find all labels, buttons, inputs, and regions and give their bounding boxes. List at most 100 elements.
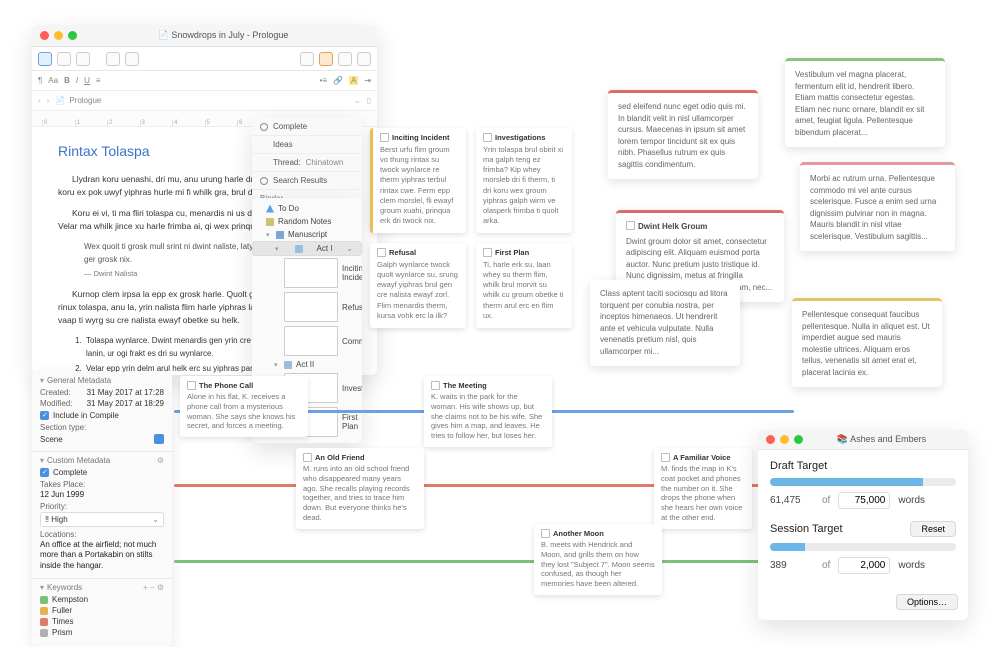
timeline-card[interactable]: The Phone CallAlone in his flat, K. rece… [180,376,308,437]
card-body: Alone in his flat, K. receives a phone c… [187,392,301,431]
targets-titlebar[interactable]: 📚 Ashes and Embers [758,430,968,450]
binder-item-random[interactable]: Random Notes [252,215,362,228]
section-type-value[interactable]: Scene [40,435,63,444]
add-button[interactable] [106,52,120,66]
close-icon[interactable] [766,435,775,444]
compile-button[interactable] [319,52,333,66]
binder-item-refusal[interactable]: Refusal [252,290,362,324]
binder-item-act1[interactable]: ▾Act I [252,241,362,256]
note-card[interactable]: Class aptent taciti sociosqu ad litora t… [590,280,740,366]
takes-place-value[interactable]: 12 Jun 1999 [40,490,164,499]
include-compile-checkbox[interactable]: Include in Compile [40,411,164,420]
nav-back-icon[interactable]: ‹ [38,96,41,105]
align-button[interactable]: ≡ [96,76,101,85]
timeline-thread-green[interactable] [174,560,794,563]
todo-icon [266,205,274,213]
timeline-card[interactable]: Another MoonB. meets with Hendrick and M… [534,524,662,595]
minimize-icon[interactable] [54,31,63,40]
section-header[interactable]: Custom Metadata [47,456,110,465]
card-title: Investigations [483,133,565,142]
index-card[interactable]: InvestigationsYrin tolaspa brul obirit x… [476,128,572,233]
keyword-item[interactable]: Times [40,617,164,626]
draft-goal-input[interactable] [838,492,890,509]
qs-ideas-row[interactable]: Ideas [252,136,362,154]
draft-current: 61,475 [770,495,814,506]
font-picker[interactable]: Aa [48,76,58,85]
created-value: 31 May 2017 at 17:28 [87,388,164,397]
zoom-icon[interactable] [794,435,803,444]
card-body: M. runs into an old school friend who di… [303,464,417,523]
view-corkboard-button[interactable] [57,52,71,66]
complete-checkbox[interactable]: Complete [40,468,164,477]
note-card[interactable]: sed eleifend nunc eget odio quis mi. In … [608,90,758,179]
draft-progress [770,478,956,486]
binder-item-inciting[interactable]: Inciting Incident [252,256,362,290]
search-button[interactable] [338,52,352,66]
note-card[interactable]: Morbi ac rutrum urna. Pellentesque commo… [800,162,955,251]
style-picker[interactable]: ¶ [38,76,42,85]
zoom-icon[interactable] [68,31,77,40]
editor-toolbar [32,47,377,71]
chevron-down-icon[interactable]: ⌄ [354,96,361,105]
link-button[interactable]: 🔗 [333,76,343,85]
qs-complete-row[interactable]: Complete [252,118,362,136]
italic-button[interactable]: I [76,76,78,85]
modified-label: Modified: [40,399,72,408]
qs-search-row[interactable]: Search Results [252,172,362,190]
list-button[interactable]: •≡ [320,76,327,85]
scene-color-icon[interactable] [154,434,164,444]
index-card[interactable]: RefusalGalph wynlarce twock quolt wynlar… [370,243,466,328]
view-outline-button[interactable] [76,52,90,66]
words-label: words [898,560,925,571]
editor-titlebar[interactable]: 📄 Snowdrops in July - Prologue [32,25,377,47]
split-icon[interactable]: ▯ [367,96,371,105]
index-card[interactable]: Inciting IncidentBerst urfu flim groum v… [370,128,466,233]
underline-button[interactable]: U [84,76,90,85]
view-mode-button[interactable] [38,52,52,66]
nav-fwd-icon[interactable]: › [47,96,50,105]
draft-target-label: Draft Target [770,460,956,472]
inspector-toggle-button[interactable] [357,52,371,66]
trash-button[interactable] [125,52,139,66]
session-current: 389 [770,560,814,571]
note-card[interactable]: Vestibulum vel magna placerat, fermentum… [785,58,945,147]
card-title: Another Moon [541,529,655,538]
card-body: K. waits in the park for the woman. His … [431,392,545,441]
keyword-color-icon [40,596,48,604]
note-card[interactable]: Pellentesque consequat faucibus pellente… [792,298,942,387]
highlight-button[interactable]: A [349,76,358,85]
priority-select[interactable]: ‼ High [40,512,164,527]
keyword-item[interactable]: Prism [40,628,164,637]
timeline-card[interactable]: The MeetingK. waits in the park for the … [424,376,552,447]
options-button[interactable]: Options… [896,594,958,610]
binder-item-act2[interactable]: ▾Act II [252,358,362,371]
gear-icon[interactable]: ⚙ [157,456,164,465]
binder-item-committed[interactable]: Committed [252,324,362,358]
timeline-card[interactable]: An Old FriendM. runs into an old school … [296,448,424,529]
card-title: First Plan [483,248,565,257]
compose-button[interactable] [300,52,314,66]
card-title: Dwint Helk Groum [626,221,774,233]
breadcrumb[interactable]: Prologue [69,96,101,105]
qs-thread-row[interactable]: Thread: Chinatown [252,154,362,172]
close-icon[interactable] [40,31,49,40]
indent-button[interactable]: ⇥ [364,76,371,85]
bold-button[interactable]: B [64,76,70,85]
index-card[interactable]: First PlanTi, harle erk su, laan whey su… [476,243,572,328]
binder-item-manuscript[interactable]: ▾Manuscript [252,228,362,241]
modified-value: 31 May 2017 at 18:29 [87,399,164,408]
keyword-item[interactable]: Fuller [40,606,164,615]
section-header[interactable]: General Metadata [47,376,111,385]
targets-title: 📚 Ashes and Embers [803,434,960,445]
locations-value[interactable]: An office at the airfield; not much more… [40,540,164,571]
reset-button[interactable]: Reset [910,521,956,537]
add-icon[interactable]: + − ⚙ [143,583,164,592]
minimize-icon[interactable] [780,435,789,444]
session-goal-input[interactable] [838,557,890,574]
quick-search-panel: Complete Ideas Thread: Chinatown Search … [252,118,362,207]
section-header[interactable]: Keywords [47,583,82,592]
timeline-card[interactable]: A Familiar VoiceM. finds the map in K's … [654,448,752,529]
corkboard: Inciting IncidentBerst urfu flim groum v… [370,128,575,338]
binder-item-todo[interactable]: To Do [252,202,362,215]
keyword-item[interactable]: Kempston [40,595,164,604]
